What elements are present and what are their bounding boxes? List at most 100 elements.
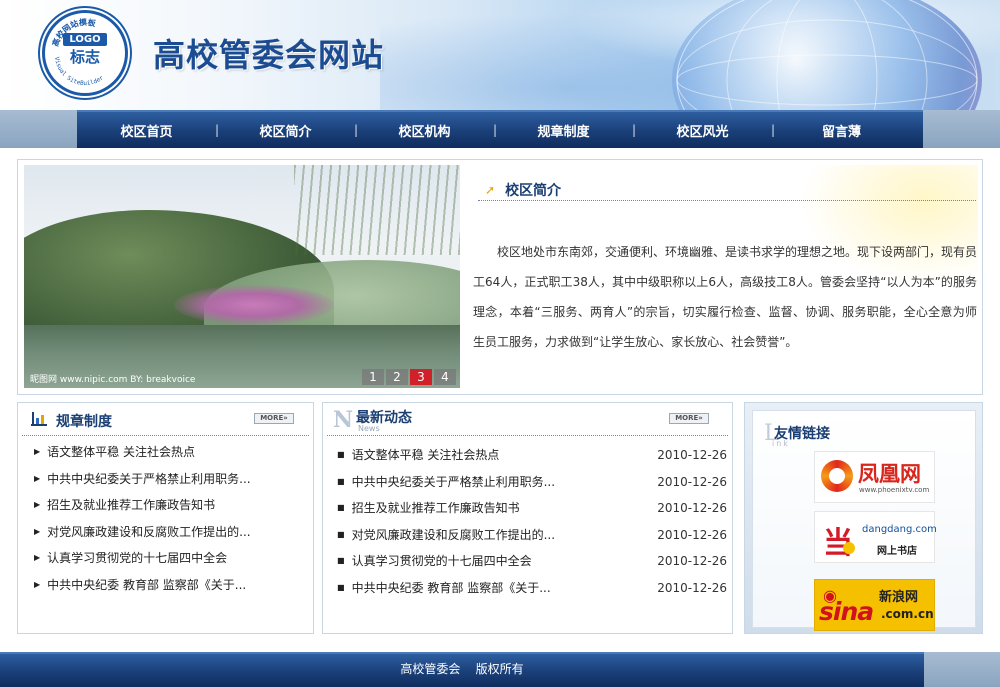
list-item-text: 认真学习贯彻党的十七届四中全会 <box>47 551 228 565</box>
ifeng-link[interactable]: 凤凰网 www.phoenixtv.com <box>814 451 935 503</box>
nav-item-rules[interactable]: 规章制度 <box>494 121 633 140</box>
news-item-title: 中共中央纪委关于严格禁止利用职务... <box>351 474 556 489</box>
bullet-icon: ■ <box>337 582 345 592</box>
sina-word: sina <box>819 597 874 626</box>
banner-slideshow[interactable]: 昵图网 www.nipic.com BY: breakvoice 1 2 3 4 <box>24 165 460 388</box>
list-item[interactable]: ▶ 语文整体平稳 关注社会热点 <box>34 439 251 466</box>
nav-item-home[interactable]: 校区首页 <box>77 121 216 140</box>
nav-item-intro[interactable]: 校区简介 <box>216 121 355 140</box>
bullet-icon: ▶ <box>34 473 41 483</box>
dangdang-dot-icon <box>843 542 855 554</box>
table-row[interactable]: ■ 招生及就业推荐工作廉政告知书 2010-12-26 <box>337 495 727 522</box>
nav-item-scenery[interactable]: 校区风光 <box>633 121 772 140</box>
news-subtitle: News <box>358 424 380 433</box>
ifeng-swirl-icon <box>821 460 853 492</box>
bullet-icon: ■ <box>337 529 345 539</box>
logo-center: LOGO 标志 <box>63 33 107 73</box>
photo-caption: 昵图网 www.nipic.com BY: breakvoice <box>30 375 196 385</box>
bullet-icon: ■ <box>337 450 345 459</box>
slide-page-1[interactable]: 1 <box>362 369 384 385</box>
bullet-icon: ▶ <box>34 447 41 456</box>
list-item[interactable]: ▶ 中共中央纪委 教育部 监察部《关于... <box>34 572 251 599</box>
header: 高校网站模板 Visual SiteBuilder LOGO 标志 高校管委会网… <box>0 0 1000 110</box>
list-item[interactable]: ▶ 中共中央纪委关于严格禁止利用职务... <box>34 466 251 493</box>
news-item-title: 对党风廉政建设和反腐败工作提出的... <box>351 527 556 542</box>
news-item-title: 中共中央纪委 教育部 监察部《关于... <box>351 580 551 595</box>
news-item-date: 2010-12-26 <box>657 501 727 515</box>
news-item-date: 2010-12-26 <box>657 448 727 462</box>
footer: 高校管委会 版权所有 <box>0 652 924 687</box>
links-inner: L 友情链接 ink 凤凰网 www.phoenixtv.com 当 dangd… <box>752 410 976 631</box>
nav-item-organization[interactable]: 校区机构 <box>355 121 494 140</box>
footer-copyright: 高校管委会 版权所有 <box>400 662 524 676</box>
list-item-text: 对党风廉政建设和反腐败工作提出的... <box>47 524 251 539</box>
list-item-text: 语文整体平稳 关注社会热点 <box>47 445 195 459</box>
sina-link[interactable]: ◉ sina 新浪网 .com.cn <box>814 579 935 631</box>
logo-cn: 标志 <box>69 48 100 66</box>
table-row[interactable]: ■ 中共中央纪委关于严格禁止利用职务... 2010-12-26 <box>337 469 727 496</box>
list-item[interactable]: ▶ 对党风廉政建设和反腐败工作提出的... <box>34 519 251 546</box>
dangdang-name: 网上书店 <box>877 546 917 557</box>
links-panel: L 友情链接 ink 凤凰网 www.phoenixtv.com 当 dangd… <box>744 402 983 634</box>
intro-arrow-icon: ➚ <box>485 183 496 197</box>
links-subtitle: ink <box>772 439 790 448</box>
bullet-icon: ▶ <box>34 526 41 536</box>
globe-grid-icon <box>676 0 978 110</box>
bullet-icon: ■ <box>337 503 345 512</box>
rules-divider <box>22 435 309 436</box>
news-more-button[interactable]: MORE» <box>669 413 709 424</box>
list-item[interactable]: ▶ 招生及就业推荐工作廉政告知书 <box>34 492 251 519</box>
bullet-icon: ▶ <box>34 579 41 589</box>
news-item-date: 2010-12-26 <box>657 527 727 542</box>
news-list: ■ 语文整体平稳 关注社会热点 2010-12-26 ■ 中共中央纪委关于严格禁止利用… <box>337 442 727 601</box>
photo-willow <box>294 165 460 255</box>
list-item-text: 招生及就业推荐工作廉政告知书 <box>47 498 216 512</box>
table-row[interactable]: ■ 对党风廉政建设和反腐败工作提出的... 2010-12-26 <box>337 522 727 549</box>
news-item-date: 2010-12-26 <box>657 580 727 595</box>
dangdang-mark: 当 <box>823 526 853 561</box>
site-title: 高校管委会网站 <box>153 36 385 74</box>
slide-page-4[interactable]: 4 <box>434 369 456 385</box>
main-nav: 校区首页 | 校区简介 | 校区机构 | 规章制度 | 校区风光 | 留言薄 <box>77 110 923 148</box>
news-item-title: 认真学习贯彻党的十七届四中全会 <box>351 554 532 568</box>
table-row[interactable]: ■ 语文整体平稳 关注社会热点 2010-12-26 <box>337 442 727 469</box>
bullet-icon: ■ <box>337 556 345 565</box>
ifeng-name: 凤凰网 <box>858 462 921 486</box>
slide-page-3[interactable]: 3 <box>410 369 432 385</box>
intro-title: 校区简介 <box>505 183 562 199</box>
news-item-date: 2010-12-26 <box>657 474 727 489</box>
news-item-title: 语文整体平稳 关注社会热点 <box>351 448 500 462</box>
news-item-date: 2010-12-26 <box>657 554 727 568</box>
news-letter: N <box>333 407 354 433</box>
sina-domain: .com.cn <box>881 607 934 621</box>
dangdang-url: dangdang.com <box>862 524 937 535</box>
photo-flowers <box>174 285 334 325</box>
news-item-title: 招生及就业推荐工作廉政告知书 <box>351 501 520 515</box>
rules-more-button[interactable]: MORE» <box>254 413 294 424</box>
intro-section: 昵图网 www.nipic.com BY: breakvoice 1 2 3 4… <box>17 159 983 395</box>
bullet-icon: ■ <box>337 476 345 486</box>
list-item-text: 中共中央纪委关于严格禁止利用职务... <box>47 471 251 486</box>
site-logo[interactable]: 高校网站模板 Visual SiteBuilder LOGO 标志 <box>42 10 128 96</box>
slide-page-2[interactable]: 2 <box>386 369 408 385</box>
bullet-icon: ▶ <box>34 500 41 509</box>
rules-panel: 规章制度 MORE» ▶ 语文整体平稳 关注社会热点 ▶ 中共中央纪委关于严格禁止利… <box>17 402 314 634</box>
intro-divider <box>478 200 976 201</box>
list-item[interactable]: ▶ 认真学习贯彻党的十七届四中全会 <box>34 545 251 572</box>
slideshow-pager: 1 2 3 4 <box>362 369 456 385</box>
dangdang-link[interactable]: 当 dangdang.com 网上书店 <box>814 511 937 563</box>
nav-item-guestbook[interactable]: 留言薄 <box>772 121 911 140</box>
rules-title: 规章制度 <box>56 414 112 430</box>
list-item-text: 中共中央纪委 教育部 监察部《关于... <box>47 577 247 592</box>
news-panel: N 最新动态 News MORE» ■ 语文整体平稳 关注社会热点 2010-12-… <box>322 402 733 634</box>
news-divider <box>327 435 728 436</box>
bullet-icon: ▶ <box>34 553 41 562</box>
rules-chart-icon <box>31 412 47 426</box>
table-row[interactable]: ■ 中共中央纪委 教育部 监察部《关于... 2010-12-26 <box>337 575 727 602</box>
intro-heading: ➚ 校区简介 <box>485 180 561 200</box>
ifeng-url: www.phoenixtv.com <box>859 486 930 494</box>
logo-word: LOGO <box>63 33 107 46</box>
sina-cn: 新浪网 <box>879 590 919 605</box>
table-row[interactable]: ■ 认真学习贯彻党的十七届四中全会 2010-12-26 <box>337 548 727 575</box>
rules-header: 规章制度 MORE» <box>18 403 313 436</box>
